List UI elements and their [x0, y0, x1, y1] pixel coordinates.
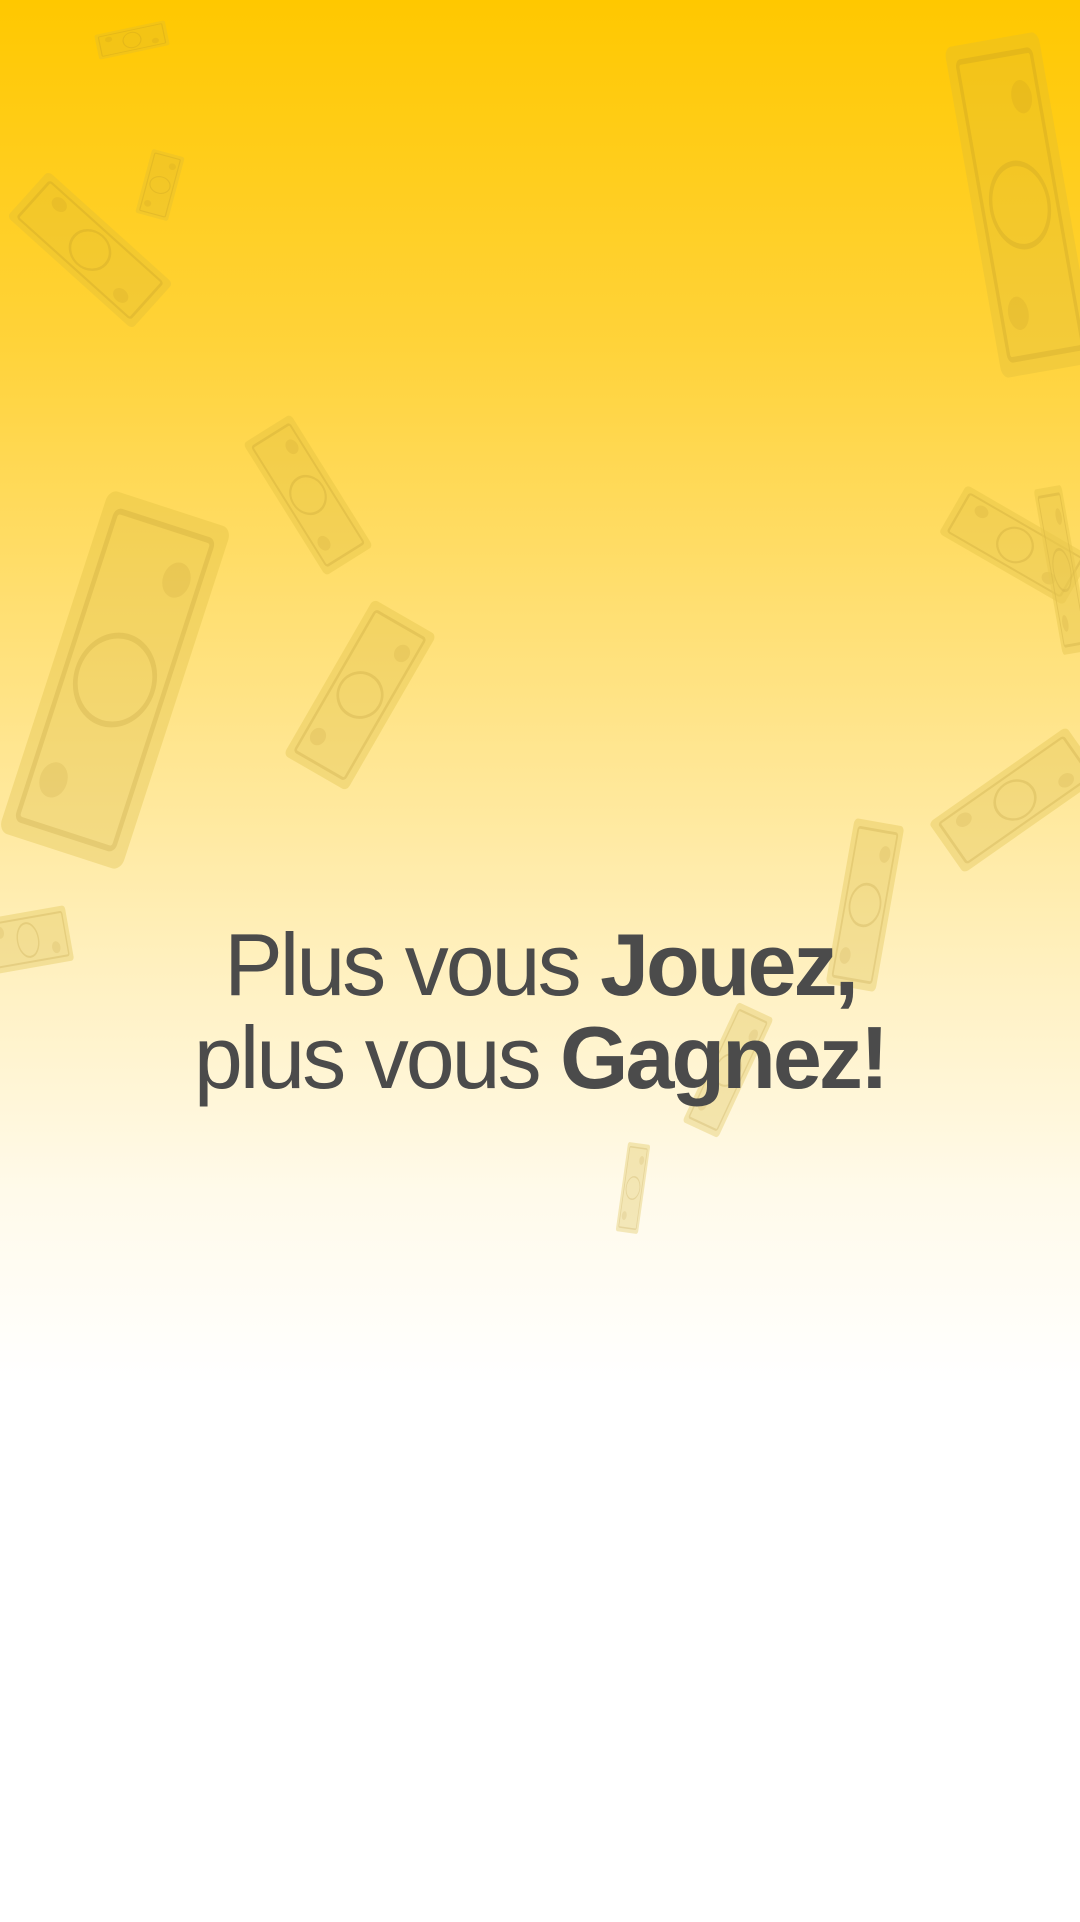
- headline-line-2-bold: Gagnez!: [560, 1008, 889, 1107]
- headline-line-2-regular: plus vous: [193, 1008, 561, 1107]
- headline-line-1: Plus vous Jouez,: [0, 918, 1080, 1011]
- dollar-bill-icon: [614, 1141, 652, 1235]
- headline-line-1-regular: Plus vous: [224, 915, 601, 1014]
- headline-line-1-bold: Jouez,: [600, 915, 859, 1014]
- dollar-bill-icon: [282, 597, 438, 793]
- dollar-bill-icon: [944, 31, 1080, 378]
- dollar-bill-icon: [134, 148, 186, 222]
- dollar-bill-icon: [93, 19, 171, 61]
- dollar-bill-icon: [0, 489, 232, 871]
- dollar-bill-icon: [927, 725, 1080, 875]
- splash-headline: Plus vous Jouez, plus vous Gagnez!: [0, 918, 1080, 1104]
- dollar-bill-icon: [241, 412, 375, 578]
- splash-screen: Plus vous Jouez, plus vous Gagnez!: [0, 0, 1080, 1922]
- headline-line-2: plus vous Gagnez!: [0, 1011, 1080, 1104]
